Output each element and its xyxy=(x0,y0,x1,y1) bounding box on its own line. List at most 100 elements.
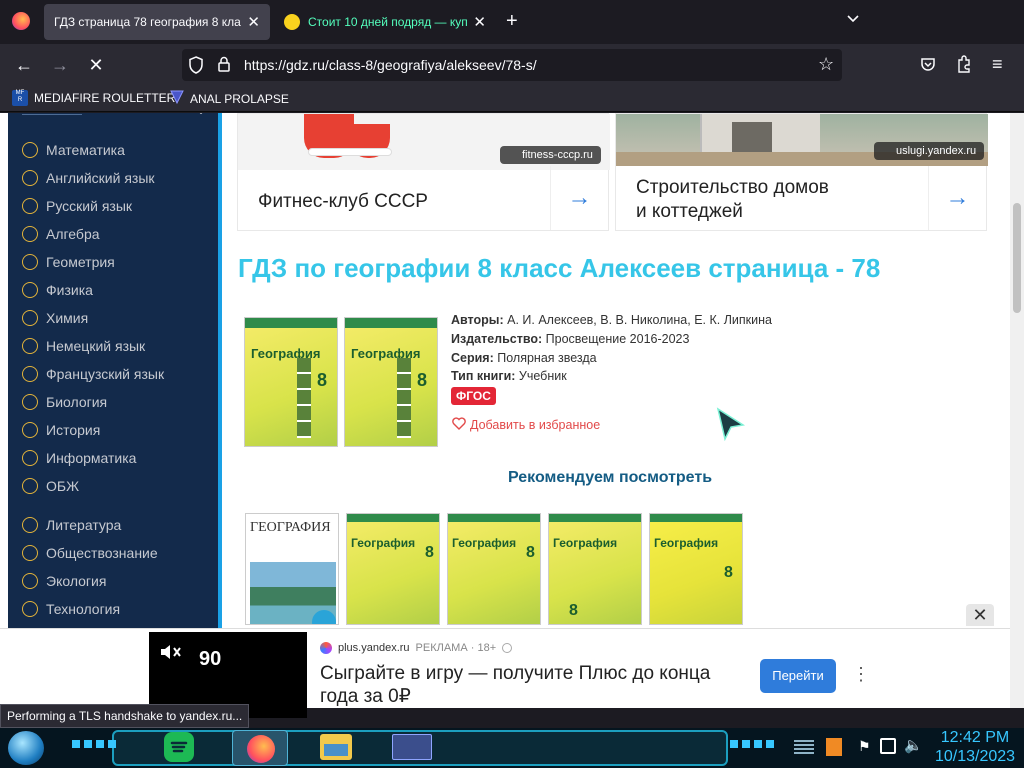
new-tab-button[interactable]: + xyxy=(506,10,518,33)
sidebar-item-label: История xyxy=(46,422,101,438)
sidebar-item[interactable]: ОБЖ xyxy=(22,478,79,494)
book-cover[interactable]: География 8 xyxy=(244,317,338,447)
bookmark-mediafire[interactable]: MF R MEDIAFIRE ROULETTER xyxy=(12,90,175,106)
sidebar-item[interactable]: Русский язык xyxy=(22,198,132,214)
book-title: География xyxy=(654,536,719,550)
meta-label: Авторы: xyxy=(451,313,504,327)
file-explorer-taskbar-icon[interactable] xyxy=(320,734,352,760)
tab-close-icon[interactable]: ✕ xyxy=(247,13,260,31)
sidebar-item-label: Немецкий язык xyxy=(46,338,146,354)
taskbar-dots-right xyxy=(730,740,776,748)
recommended-book[interactable]: География 8 xyxy=(447,513,541,625)
sidebar-item[interactable]: Химия xyxy=(22,310,88,326)
bookmark-label: MEDIAFIRE ROULETTER xyxy=(34,91,176,105)
book-header-bar xyxy=(345,318,437,328)
bookmarks-toolbar: MF R MEDIAFIRE ROULETTER ANAL PROLAPSE xyxy=(0,86,1024,112)
sidebar-item[interactable]: Биология xyxy=(22,394,107,410)
list-all-tabs-icon[interactable] xyxy=(846,12,860,29)
folder-tab xyxy=(324,744,348,756)
sidebar-item[interactable]: Геометрия xyxy=(22,254,115,270)
recommended-book[interactable]: География 8 xyxy=(346,513,440,625)
ad-go-button[interactable]: Перейти xyxy=(760,659,836,693)
ad-text[interactable]: Сыграйте в игру — получите Плюс до конца… xyxy=(320,662,740,708)
sidebar-item[interactable]: Алгебра xyxy=(22,226,100,242)
ad-arrow-icon[interactable]: → xyxy=(928,166,986,230)
bottom-ad-close-icon[interactable]: ✕ xyxy=(966,604,994,626)
ad-label: РЕКЛАМА · 18+ xyxy=(415,642,497,654)
sidebar-item[interactable]: Физика xyxy=(22,282,93,298)
forward-icon[interactable]: → xyxy=(46,52,74,78)
muted-speaker-icon[interactable] xyxy=(159,642,183,667)
meta-series: Серия: Полярная звезда xyxy=(451,351,597,365)
sidebar-item[interactable]: Математика xyxy=(22,142,125,158)
video-counter: 90 xyxy=(199,648,222,670)
sidebar-item[interactable]: Экология xyxy=(22,573,106,589)
sidebar-item[interactable]: Литература xyxy=(22,517,121,533)
recommended-book[interactable]: География 8 xyxy=(649,513,743,625)
app-taskbar-icon[interactable] xyxy=(392,734,432,760)
flag-icon[interactable]: ⚑ xyxy=(858,738,871,755)
recommended-book[interactable]: ГЕОГРАФИЯ xyxy=(245,513,339,625)
meta-value: Просвещение 2016-2023 xyxy=(545,332,690,346)
ad-card-construction[interactable]: uslugi.yandex.ru Строительство домов и к… xyxy=(615,113,988,231)
firefox-menu-icon[interactable] xyxy=(12,12,30,30)
sidebar-item-label: Биология xyxy=(46,394,108,410)
sidebar-item[interactable]: История xyxy=(22,422,100,438)
meta-label: Издательство: xyxy=(451,332,543,346)
tab-inactive[interactable]: Стоит 10 дней подряд — купи ✕ xyxy=(274,4,496,40)
tab-active[interactable]: ГДЗ страница 78 география 8 клас ✕ xyxy=(44,4,270,40)
tab-close-icon[interactable]: ✕ xyxy=(473,13,486,31)
network-icon[interactable] xyxy=(880,738,896,754)
clock[interactable]: 12:42 PM 10/13/2023 xyxy=(930,728,1020,766)
page-viewport: ⌄ Математика Английский язык Русский язык А… xyxy=(0,113,1010,708)
sidebar-item[interactable]: Французский язык xyxy=(22,366,164,382)
meta-book-type: Тип книги: Учебник xyxy=(451,369,567,383)
lock-icon[interactable] xyxy=(217,56,231,77)
spotify-taskbar-icon[interactable] xyxy=(164,732,194,762)
ad-source-text: uslugi.yandex.ru xyxy=(896,145,977,157)
stop-icon[interactable]: ✕ xyxy=(82,52,110,78)
back-icon[interactable]: ← xyxy=(10,52,38,78)
start-button-orb[interactable] xyxy=(8,731,44,765)
ad-domain[interactable]: plus.yandex.ru xyxy=(338,642,410,654)
tab-label: Стоит 10 дней подряд — купи xyxy=(308,15,468,29)
ad-title[interactable]: Строительство домов и коттеджей xyxy=(636,176,829,224)
sidebar-item-label: ОБЖ xyxy=(46,478,80,494)
ad-more-icon[interactable]: ⋮ xyxy=(852,664,870,685)
meta-value: А. И. Алексеев, В. В. Николина, Е. К. Ли… xyxy=(507,313,772,327)
scrollbar-thumb[interactable] xyxy=(1013,203,1021,313)
volume-icon[interactable]: 🔈 xyxy=(904,736,923,754)
app-menu-icon[interactable]: ≡ xyxy=(992,54,1003,75)
status-text: Performing a TLS handshake to yandex.ru.… xyxy=(0,704,250,728)
ad-card-fitness[interactable]: fitness-cccp.ru Фитнес-клуб СССР → xyxy=(237,113,610,231)
url-text[interactable]: https://gdz.ru/class-8/geografiya/alekse… xyxy=(244,57,537,73)
pocket-icon[interactable] xyxy=(920,56,936,77)
sidebar-item[interactable]: Технология xyxy=(22,601,120,617)
book-cover[interactable]: География 8 xyxy=(344,317,438,447)
firefox-taskbar-button[interactable] xyxy=(232,730,288,766)
sidebar-chevron-icon[interactable]: ⌄ xyxy=(196,113,206,117)
tracking-protection-icon[interactable] xyxy=(188,56,204,79)
page-title: ГДЗ по географии 8 класс Алексеев страни… xyxy=(238,253,881,283)
tab-label: ГДЗ страница 78 география 8 клас xyxy=(54,15,242,29)
circle-icon xyxy=(22,254,38,270)
add-to-favorites-link[interactable]: Добавить в избранное xyxy=(452,417,600,433)
ad-arrow-icon[interactable]: → xyxy=(550,166,608,230)
page-scrollbar[interactable] xyxy=(1010,113,1024,708)
circle-icon xyxy=(22,142,38,158)
info-icon[interactable] xyxy=(502,643,513,653)
ad-title[interactable]: Фитнес-клуб СССР xyxy=(258,190,428,214)
sidebar-item-label: Химия xyxy=(46,310,89,326)
sidebar-item[interactable]: Немецкий язык xyxy=(22,338,145,354)
show-hidden-icons[interactable] xyxy=(794,740,814,754)
tray-app-icon[interactable] xyxy=(826,738,842,756)
bookmark-second[interactable]: ANAL PROLAPSE xyxy=(170,90,289,107)
bookmark-star-icon[interactable]: ☆ xyxy=(818,54,834,75)
sidebar-item[interactable]: Обществознание xyxy=(22,545,158,561)
extensions-icon[interactable] xyxy=(956,55,972,78)
recommended-book[interactable]: География 8 xyxy=(548,513,642,625)
tab-bar: ГДЗ страница 78 география 8 клас ✕ Стоит… xyxy=(0,0,1024,44)
sidebar-item[interactable]: Информатика xyxy=(22,450,136,466)
sidebar-item[interactable]: Английский язык xyxy=(22,170,155,186)
fgos-badge: ФГОС xyxy=(451,387,496,405)
